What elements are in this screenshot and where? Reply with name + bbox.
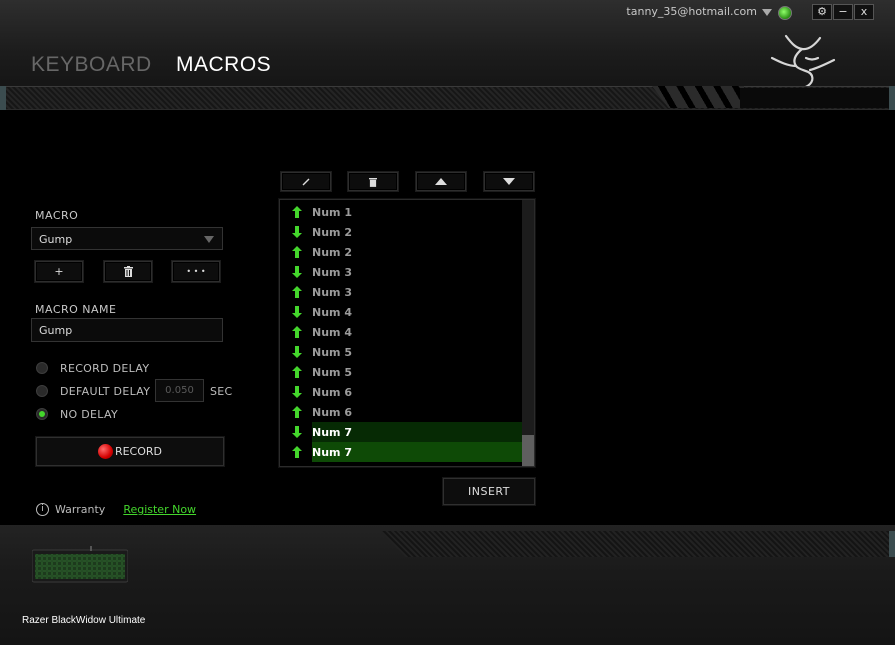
key-down-arrow-icon	[292, 306, 302, 318]
macro-name-label: MACRO NAME	[35, 303, 117, 316]
scrollbar-thumb[interactable]	[522, 435, 534, 466]
no-delay-radio[interactable]	[36, 408, 48, 420]
event-label: Num 5	[312, 346, 352, 359]
macro-select-value: Gump	[39, 233, 73, 246]
key-up-arrow-icon	[292, 246, 302, 258]
default-delay-radio[interactable]	[36, 385, 48, 397]
macro-event-list[interactable]: Num 1 Num 2 Num 2 Num 3 Num 3 Num 4 Num 4 Num 5…	[279, 199, 535, 467]
event-label: Num 6	[312, 386, 352, 399]
event-label: Num 4	[312, 306, 352, 319]
keyboard-icon[interactable]	[32, 546, 128, 586]
event-row[interactable]: Num 4	[280, 302, 523, 322]
settings-button[interactable]: ⚙	[812, 4, 832, 20]
key-down-arrow-icon	[292, 266, 302, 278]
info-icon: i	[36, 503, 49, 516]
online-status-icon[interactable]	[778, 6, 792, 20]
triangle-down-icon	[503, 178, 515, 185]
macro-label: MACRO	[35, 209, 79, 222]
move-down-button[interactable]	[484, 172, 534, 191]
event-label: Num 7	[312, 446, 352, 459]
event-row[interactable]: Num 7	[280, 442, 523, 462]
event-label: Num 5	[312, 366, 352, 379]
key-up-arrow-icon	[292, 406, 302, 418]
no-delay-label: NO DELAY	[60, 408, 118, 421]
event-label: Num 3	[312, 286, 352, 299]
record-icon	[97, 444, 113, 459]
device-bar-cap	[889, 531, 895, 557]
account-email[interactable]: tanny_35@hotmail.com	[626, 5, 757, 18]
tab-macros[interactable]: MACROS	[176, 53, 271, 77]
insert-button[interactable]: INSERT	[443, 478, 535, 505]
event-row[interactable]: Num 2	[280, 222, 523, 242]
key-up-arrow-icon	[292, 206, 302, 218]
key-down-arrow-icon	[292, 386, 302, 398]
event-row[interactable]: Num 6	[280, 402, 523, 422]
event-row[interactable]: Num 4	[280, 322, 523, 342]
minimize-button[interactable]: −	[833, 4, 853, 20]
event-label: Num 2	[312, 246, 352, 259]
key-up-arrow-icon	[292, 326, 302, 338]
key-down-arrow-icon	[292, 346, 302, 358]
event-label: Num 1	[312, 206, 352, 219]
event-row[interactable]: Num 5	[280, 342, 523, 362]
event-row[interactable]: Num 7	[280, 422, 523, 442]
record-delay-label: RECORD DELAY	[60, 362, 150, 375]
device-bar-divider	[380, 531, 895, 557]
key-up-arrow-icon	[292, 366, 302, 378]
pencil-icon	[302, 178, 310, 185]
record-label: RECORD	[114, 445, 163, 458]
record-button[interactable]: RECORD	[36, 437, 224, 466]
register-now-link[interactable]: Register Now	[123, 503, 196, 516]
add-macro-button[interactable]: +	[35, 261, 83, 282]
key-down-arrow-icon	[292, 426, 302, 438]
event-row[interactable]: Num 2	[280, 242, 523, 262]
close-button[interactable]: x	[854, 4, 874, 20]
device-name[interactable]: Razer BlackWidow Ultimate	[22, 615, 145, 626]
triangle-up-icon	[435, 178, 447, 185]
key-up-arrow-icon	[292, 446, 302, 458]
event-label: Num 2	[312, 226, 352, 239]
event-label: Num 4	[312, 326, 352, 339]
divider-dark	[740, 88, 895, 108]
event-label: Num 7	[312, 426, 352, 439]
event-row[interactable]: Num 3	[280, 262, 523, 282]
default-delay-label: DEFAULT DELAY	[60, 385, 151, 398]
trash-icon	[123, 266, 133, 277]
scrollbar-track[interactable]	[522, 200, 534, 466]
event-label: Num 6	[312, 406, 352, 419]
record-delay-radio[interactable]	[36, 362, 48, 374]
account-dropdown-icon[interactable]	[762, 9, 772, 16]
move-up-button[interactable]	[416, 172, 466, 191]
edit-event-button[interactable]	[281, 172, 331, 191]
divider-cap-right	[889, 86, 895, 110]
delete-event-button[interactable]	[348, 172, 398, 191]
key-down-arrow-icon	[292, 226, 302, 238]
divider-cap-left	[0, 86, 6, 110]
warranty-label: Warranty	[55, 503, 106, 516]
event-row[interactable]: Num 5	[280, 362, 523, 382]
sec-label: SEC	[210, 385, 233, 398]
macro-name-input[interactable]: Gump	[31, 318, 223, 342]
delete-macro-button[interactable]	[104, 261, 152, 282]
macro-more-button[interactable]: • • •	[172, 261, 220, 282]
event-row[interactable]: Num 3	[280, 282, 523, 302]
key-up-arrow-icon	[292, 286, 302, 298]
tab-keyboard[interactable]: KEYBOARD	[31, 53, 152, 77]
event-row[interactable]: Num 1	[280, 202, 523, 222]
macro-select[interactable]: Gump	[31, 227, 223, 250]
warranty-row: i Warranty Register Now	[36, 503, 196, 516]
chevron-down-icon	[204, 236, 214, 243]
event-row[interactable]: Num 6	[280, 382, 523, 402]
event-label: Num 3	[312, 266, 352, 279]
default-delay-input[interactable]: 0.050	[155, 379, 204, 402]
trash-icon	[369, 177, 377, 187]
